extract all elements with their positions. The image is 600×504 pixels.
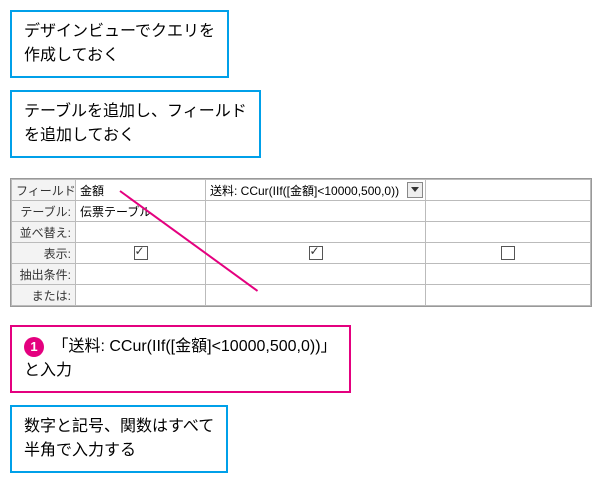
table-cell-col2[interactable]: [206, 201, 426, 222]
row-label-field: フィールド:: [12, 180, 76, 201]
callout-step1: 1 「送料: CCur(IIf([金額]<10000,500,0))」 と入力: [10, 325, 351, 393]
checkbox-icon[interactable]: [501, 246, 515, 260]
table-cell-col3[interactable]: [426, 201, 591, 222]
row-label-table: テーブル:: [12, 201, 76, 222]
callout-text: 作成しておく: [24, 47, 119, 64]
callout-halfwidth: 数字と記号、関数はすべて 半角で入力する: [10, 405, 228, 473]
dropdown-icon[interactable]: [407, 182, 423, 198]
callout-text: 「送料: CCur(IIf([金額]<10000,500,0))」: [52, 338, 336, 355]
or-cell-col1[interactable]: [76, 285, 206, 306]
callout-text: と入力: [24, 362, 72, 379]
show-cell-col2[interactable]: [206, 243, 426, 264]
row-label-or: または:: [12, 285, 76, 306]
row-label-criteria: 抽出条件:: [12, 264, 76, 285]
callout-addtable: テーブルを追加し、フィールド を追加しておく: [10, 90, 261, 158]
criteria-cell-col1[interactable]: [76, 264, 206, 285]
row-label-sort: 並べ替え:: [12, 222, 76, 243]
or-cell-col3[interactable]: [426, 285, 591, 306]
criteria-cell-col3[interactable]: [426, 264, 591, 285]
show-cell-col1[interactable]: [76, 243, 206, 264]
or-cell-col2[interactable]: [206, 285, 426, 306]
callout-designview: デザインビューでクエリを 作成しておく: [10, 10, 229, 78]
callout-text: 半角で入力する: [24, 442, 136, 459]
sort-cell-col3[interactable]: [426, 222, 591, 243]
query-design-grid[interactable]: フィールド: 金額 送料: CCur(IIf([金額]<10000,500,0)…: [10, 178, 592, 307]
criteria-cell-col2[interactable]: [206, 264, 426, 285]
step-number-badge: 1: [24, 337, 44, 357]
row-label-show: 表示:: [12, 243, 76, 264]
checkbox-icon[interactable]: [309, 246, 323, 260]
checkbox-icon[interactable]: [134, 246, 148, 260]
table-cell-col1[interactable]: 伝票テーブル: [76, 201, 206, 222]
field-cell-col3[interactable]: [426, 180, 591, 201]
field-cell-col1[interactable]: 金額: [76, 180, 206, 201]
callout-text: デザインビューでクエリを: [24, 23, 215, 40]
callout-text: を追加しておく: [24, 127, 135, 144]
sort-cell-col2[interactable]: [206, 222, 426, 243]
field-cell-col2[interactable]: 送料: CCur(IIf([金額]<10000,500,0)): [206, 180, 426, 201]
callout-text: 数字と記号、関数はすべて: [24, 418, 214, 435]
callout-text: テーブルを追加し、フィールド: [24, 103, 247, 120]
show-cell-col3[interactable]: [426, 243, 591, 264]
